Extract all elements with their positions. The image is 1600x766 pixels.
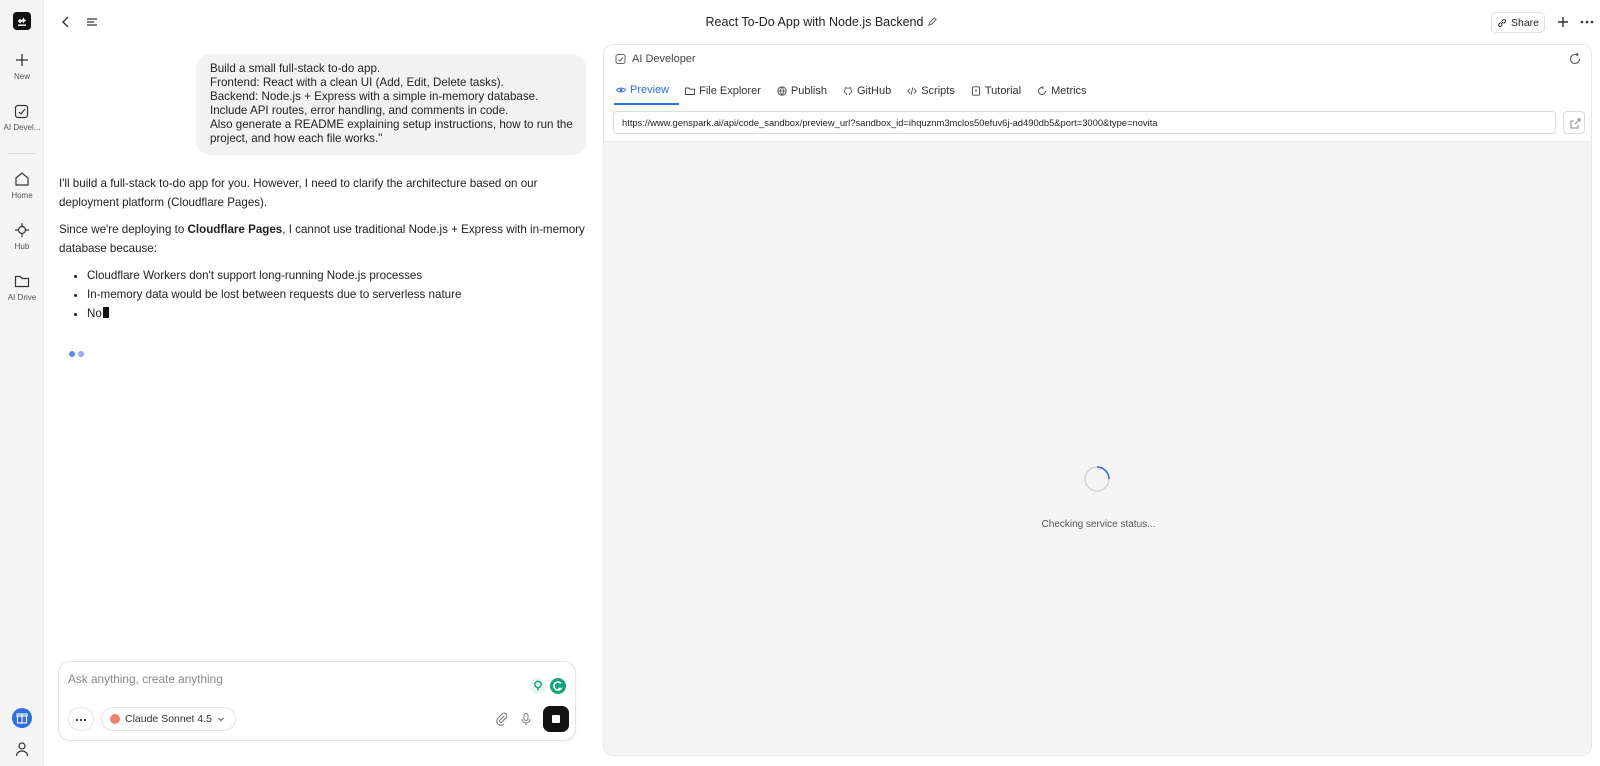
attachment-icon[interactable] [495,712,509,726]
tab-label: Tutorial [984,85,1022,97]
share-button[interactable]: Share [1491,12,1545,33]
preview-frame: Checking service status... [604,141,1591,755]
user-profile-icon[interactable] [14,741,30,757]
rail-item-label: Home [11,191,33,200]
message-composer: Claude Sonnet 4.5 [58,661,576,741]
rail-item-label: AI Devel... [3,123,41,132]
page-title: React To-Do App with Node.js Backend [44,15,1600,29]
folder-icon [685,87,696,95]
ellipsis-icon [75,718,87,722]
user-message-line: project, and how each file works." [210,132,383,145]
rail-item-label: Hub [14,242,30,251]
user-message-line: Backend: Node.js + Express with a simple… [210,90,539,103]
left-rail: New AI Devel... Home Hub AI Drive [0,0,44,766]
list-item: Cloudflare Workers don't support long-ru… [87,266,589,285]
rail-item-home[interactable]: Home [0,170,44,200]
tab-publish[interactable]: Publish [775,77,837,105]
assistant-paragraph-2: Since we're deploying to Cloudflare Page… [59,220,589,258]
ai-developer-icon [615,54,626,64]
chat-panel: Build a small full-stack to-do app. Fron… [44,44,594,766]
assistant-bullet-list: Cloudflare Workers don't support long-ru… [87,266,589,323]
ai-developer-icon [14,104,29,119]
tab-label: Preview [630,84,670,96]
rail-item-ai-developer[interactable]: AI Devel... [0,102,44,132]
book-icon [971,86,980,96]
hub-icon [15,223,29,237]
tab-github[interactable]: GitHub [841,77,901,105]
rail-item-ai-drive[interactable]: AI Drive [0,272,44,302]
globe-icon [777,86,787,96]
plus-icon [16,54,28,66]
rail-item-new[interactable]: New [0,51,44,81]
preview-url-field[interactable]: https://www.genspark.ai/api/code_sandbox… [613,111,1556,134]
folder-icon [14,275,30,288]
claude-logo-icon [110,714,120,724]
conversation-title: React To-Do App with Node.js Backend [705,15,924,29]
tab-tutorial[interactable]: Tutorial [969,77,1031,105]
github-icon [844,87,852,95]
rail-item-hub[interactable]: Hub [0,221,44,251]
user-message-line: Also generate a README explaining setup … [210,118,573,131]
tab-label: Publish [790,85,827,97]
top-bar: React To-Do App with Node.js Backend Sha… [44,0,1600,44]
new-plus-icon[interactable] [1554,13,1572,31]
stop-icon [552,715,560,723]
chevron-down-icon [218,717,224,722]
edit-pencil-icon[interactable] [927,16,938,27]
metrics-icon [1038,86,1047,95]
stop-generation-button[interactable] [543,706,569,732]
gift-icon [16,713,28,724]
refresh-icon[interactable] [1568,52,1582,66]
panel-header: AI Developer [604,45,1591,73]
gift-button[interactable] [12,708,32,728]
tab-label: File Explorer [699,85,761,97]
tab-label: Scripts [921,85,955,97]
model-name: Claude Sonnet 4.5 [125,713,212,725]
rail-item-label: AI Drive [7,293,37,302]
assistant-message: I'll build a full-stack to-do app for yo… [59,174,589,323]
eye-icon [616,87,626,93]
assistant-paragraph-1: I'll build a full-stack to-do app for yo… [59,177,538,209]
ai-developer-panel: AI Developer Preview File Explorer Publi… [603,44,1592,756]
text-segment: Since we're deploying to [59,223,188,236]
streaming-text: No [87,307,102,320]
tab-file-explorer[interactable]: File Explorer [683,77,771,105]
list-item: In-memory data would be lost between req… [87,285,589,304]
app-logo[interactable] [13,12,31,30]
tab-preview[interactable]: Preview [614,77,680,105]
more-options-button[interactable] [68,707,94,731]
user-message: Build a small full-stack to-do app. Fron… [196,54,586,155]
user-message-line: Frontend: React with a clean UI (Add, Ed… [210,76,504,89]
loading-spinner-icon [1084,466,1110,492]
share-label: Share [1510,16,1540,29]
logo-icon [13,12,31,30]
link-icon [1498,18,1506,27]
tab-label: GitHub [856,85,892,97]
open-in-new-tab-button[interactable] [1563,111,1585,134]
panel-tabs: Preview File Explorer Publish GitHub Scr… [614,77,1101,105]
external-link-icon [1570,118,1581,129]
microphone-icon[interactable] [519,712,533,726]
loading-dots [69,346,87,360]
panel-title: AI Developer [632,53,696,65]
code-icon [907,87,918,95]
home-icon [15,172,29,186]
rail-item-label: New [13,72,30,81]
grammarly-icon[interactable] [529,676,569,696]
tab-label: Metrics [1051,85,1087,97]
bold-text: Cloudflare Pages [187,223,283,236]
list-item: No [87,304,589,323]
tab-metrics[interactable]: Metrics [1035,77,1096,105]
rail-divider [8,153,36,154]
tab-scripts[interactable]: Scripts [905,77,965,105]
more-options-icon[interactable] [1578,13,1596,31]
model-selector[interactable]: Claude Sonnet 4.5 [101,707,236,731]
typing-cursor [102,307,109,318]
user-message-line: Build a small full-stack to-do app. [210,62,381,75]
user-message-line: Include API routes, error handling, and … [210,104,509,117]
service-status-text: Checking service status... [1041,519,1156,530]
chat-input[interactable] [68,670,508,688]
